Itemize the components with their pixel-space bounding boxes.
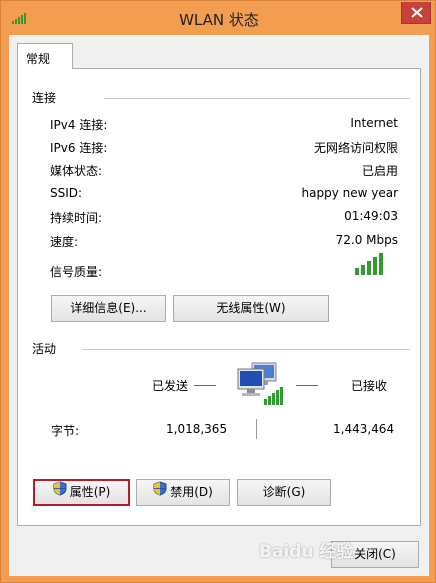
general-panel: 连接 IPv4 连接: Internet IPv6 连接: 无网络访问权限 媒体… xyxy=(17,68,421,526)
title-bar[interactable]: WLAN 状态 xyxy=(1,1,436,35)
disable-button-label: 禁用(D) xyxy=(170,485,213,499)
window-title: WLAN 状态 xyxy=(179,11,259,29)
ipv4-value: Internet xyxy=(350,116,398,130)
signal-quality-row: 信号质量: xyxy=(50,263,398,279)
diagnose-button[interactable]: 诊断(G) xyxy=(237,479,331,506)
speed-label: 速度: xyxy=(50,235,79,249)
connection-divider xyxy=(104,98,410,99)
ipv6-value: 无网络访问权限 xyxy=(313,141,398,155)
wlan-status-window: WLAN 状态 常规 连接 IPv4 连接: Internet IPv6 连接:… xyxy=(0,0,436,583)
ssid-row: SSID: happy new year xyxy=(50,186,398,202)
details-button[interactable]: 详细信息(E)... xyxy=(51,295,166,322)
ipv6-label: IPv6 连接: xyxy=(50,141,108,155)
connection-group-header: 连接 xyxy=(32,91,57,105)
ipv4-label: IPv4 连接: xyxy=(50,118,108,132)
tab-general-label: 常规 xyxy=(26,52,51,66)
bytes-received-value: 1,443,464 xyxy=(333,422,395,436)
speed-row: 速度: 72.0 Mbps xyxy=(50,233,398,249)
window-close-button[interactable] xyxy=(401,2,431,24)
properties-button[interactable]: 属性(P) xyxy=(33,479,130,506)
activity-group-header: 活动 xyxy=(32,342,57,356)
activity-divider xyxy=(82,349,410,350)
uac-shield-icon xyxy=(53,481,67,504)
disable-button[interactable]: 禁用(D) xyxy=(136,479,230,506)
network-computers-icon xyxy=(230,359,290,409)
ipv6-row: IPv6 连接: 无网络访问权限 xyxy=(50,139,398,155)
media-state-label: 媒体状态: xyxy=(50,164,103,178)
uac-shield-icon xyxy=(153,480,167,505)
ipv4-row: IPv4 连接: Internet xyxy=(50,116,398,132)
ssid-value: happy new year xyxy=(301,186,399,200)
bytes-separator xyxy=(256,419,257,439)
close-icon xyxy=(411,7,423,18)
duration-row: 持续时间: 01:49:03 xyxy=(50,209,398,225)
received-dash xyxy=(296,385,318,386)
wireless-properties-button[interactable]: 无线属性(W) xyxy=(173,295,329,322)
received-label: 已接收 xyxy=(351,379,388,393)
bytes-label: 字节: xyxy=(51,424,80,438)
tab-general[interactable]: 常规 xyxy=(17,43,73,69)
sent-dash xyxy=(194,385,216,386)
signal-strength-icon xyxy=(354,252,384,276)
bytes-sent-value: 1,018,365 xyxy=(166,422,228,436)
speed-value: 72.0 Mbps xyxy=(335,233,398,247)
signal-quality-label: 信号质量: xyxy=(50,265,103,279)
properties-button-label: 属性(P) xyxy=(69,485,111,499)
media-state-row: 媒体状态: 已启用 xyxy=(50,162,398,178)
sent-label: 已发送 xyxy=(152,379,189,393)
ssid-label: SSID: xyxy=(50,186,83,200)
media-state-value: 已启用 xyxy=(361,164,398,178)
duration-label: 持续时间: xyxy=(50,211,103,225)
dialog-client-area: 常规 连接 IPv4 连接: Internet IPv6 连接: 无网络访问权限… xyxy=(9,35,429,576)
duration-value: 01:49:03 xyxy=(344,209,398,223)
baidu-watermark: Baidu 经验 xyxy=(259,542,354,562)
